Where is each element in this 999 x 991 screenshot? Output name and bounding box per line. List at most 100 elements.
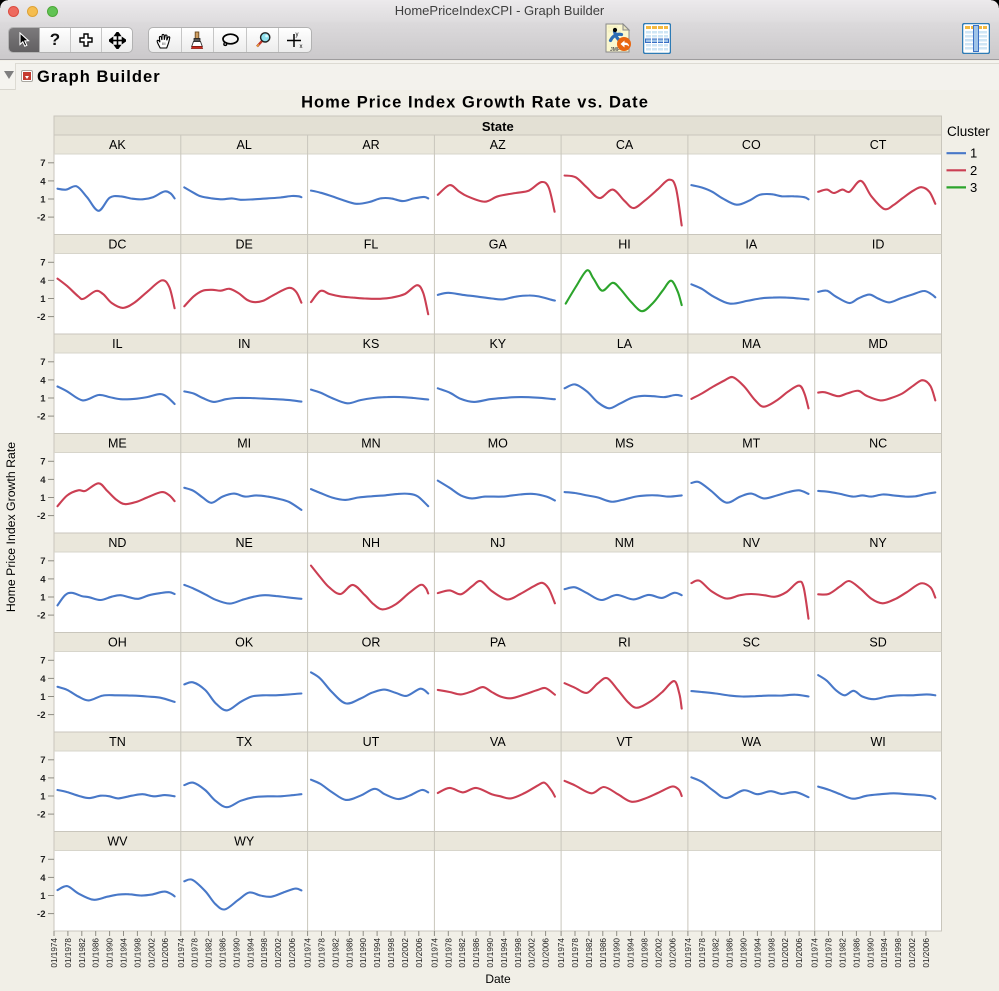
- svg-text:WV: WV: [107, 835, 128, 849]
- svg-text:01/1994: 01/1994: [500, 938, 509, 968]
- svg-text:01/1986: 01/1986: [472, 938, 481, 968]
- svg-text:7: 7: [40, 457, 45, 468]
- svg-text:01/1982: 01/1982: [331, 938, 340, 968]
- svg-text:IN: IN: [238, 337, 251, 351]
- svg-text:01/1998: 01/1998: [387, 938, 396, 968]
- svg-text:-2: -2: [37, 511, 45, 522]
- svg-text:MN: MN: [361, 437, 380, 451]
- svg-text:01/1974: 01/1974: [684, 938, 693, 968]
- svg-text:Home Price Index Growth Rate v: Home Price Index Growth Rate vs. Date: [301, 94, 649, 112]
- svg-text:4: 4: [40, 773, 46, 784]
- svg-text:SC: SC: [743, 636, 760, 650]
- svg-text:7: 7: [40, 656, 45, 667]
- svg-text:TN: TN: [109, 735, 126, 749]
- svg-text:01/1994: 01/1994: [120, 938, 129, 968]
- svg-text:01/1978: 01/1978: [444, 938, 453, 968]
- svg-text:7: 7: [40, 158, 45, 169]
- svg-text:01/1978: 01/1978: [318, 938, 327, 968]
- svg-text:01/1974: 01/1974: [557, 938, 566, 968]
- svg-text:Home Price Index Growth Rate: Home Price Index Growth Rate: [4, 442, 18, 612]
- svg-text:1: 1: [40, 493, 46, 504]
- svg-text:OK: OK: [235, 636, 254, 650]
- svg-text:Cluster: Cluster: [947, 124, 990, 139]
- svg-text:01/1982: 01/1982: [205, 938, 214, 968]
- svg-text:01/1974: 01/1974: [50, 938, 59, 968]
- svg-text:NH: NH: [362, 536, 380, 550]
- svg-text:01/1986: 01/1986: [219, 938, 228, 968]
- svg-text:OH: OH: [108, 636, 127, 650]
- svg-text:AL: AL: [237, 138, 252, 152]
- svg-text:01/1986: 01/1986: [852, 938, 861, 968]
- svg-text:01/2006: 01/2006: [288, 938, 297, 968]
- svg-text:VA: VA: [490, 735, 506, 749]
- svg-text:1: 1: [40, 692, 46, 703]
- svg-text:WA: WA: [741, 735, 761, 749]
- svg-text:ID: ID: [872, 238, 885, 252]
- svg-text:01/1998: 01/1998: [260, 938, 269, 968]
- svg-text:MA: MA: [742, 337, 761, 351]
- svg-text:01/1982: 01/1982: [712, 938, 721, 968]
- svg-text:GA: GA: [489, 238, 508, 252]
- svg-text:4: 4: [40, 873, 46, 884]
- svg-text:01/2002: 01/2002: [781, 938, 790, 968]
- svg-text:01/2006: 01/2006: [795, 938, 804, 968]
- svg-text:01/1982: 01/1982: [585, 938, 594, 968]
- svg-text:DC: DC: [108, 238, 126, 252]
- svg-text:01/1990: 01/1990: [106, 938, 115, 968]
- svg-text:01/2006: 01/2006: [922, 938, 931, 968]
- svg-text:7: 7: [40, 357, 45, 368]
- svg-text:SD: SD: [869, 636, 886, 650]
- svg-text:NY: NY: [869, 536, 887, 550]
- svg-text:01/1998: 01/1998: [133, 938, 142, 968]
- svg-text:1: 1: [40, 393, 46, 404]
- svg-text:01/1994: 01/1994: [753, 938, 762, 968]
- svg-text:01/2006: 01/2006: [161, 938, 170, 968]
- svg-text:-2: -2: [37, 810, 45, 821]
- svg-text:-2: -2: [37, 909, 45, 920]
- svg-text:01/1990: 01/1990: [359, 938, 368, 968]
- svg-text:MO: MO: [488, 437, 508, 451]
- svg-text:01/2002: 01/2002: [654, 938, 663, 968]
- svg-text:ND: ND: [108, 536, 126, 550]
- svg-text:01/1998: 01/1998: [767, 938, 776, 968]
- svg-text:FL: FL: [364, 238, 379, 252]
- svg-text:State: State: [482, 119, 514, 134]
- svg-text:3: 3: [970, 180, 977, 195]
- svg-text:01/1994: 01/1994: [246, 938, 255, 968]
- svg-text:AZ: AZ: [490, 138, 506, 152]
- svg-text:01/1974: 01/1974: [430, 938, 439, 968]
- svg-text:01/2002: 01/2002: [147, 938, 156, 968]
- svg-text:01/1974: 01/1974: [304, 938, 313, 968]
- svg-text:CO: CO: [742, 138, 761, 152]
- svg-text:AR: AR: [362, 138, 379, 152]
- svg-text:01/1978: 01/1978: [698, 938, 707, 968]
- svg-text:CA: CA: [616, 138, 634, 152]
- svg-text:KS: KS: [363, 337, 380, 351]
- svg-text:01/1990: 01/1990: [740, 938, 749, 968]
- svg-text:UT: UT: [363, 735, 380, 749]
- svg-text:4: 4: [40, 674, 46, 685]
- svg-text:01/1974: 01/1974: [177, 938, 186, 968]
- svg-text:IL: IL: [112, 337, 122, 351]
- svg-text:WI: WI: [870, 735, 885, 749]
- svg-text:NJ: NJ: [490, 536, 505, 550]
- svg-text:01/1990: 01/1990: [232, 938, 241, 968]
- svg-text:-2: -2: [37, 213, 45, 224]
- svg-text:1: 1: [40, 194, 46, 205]
- svg-text:01/1974: 01/1974: [811, 938, 820, 968]
- svg-text:NE: NE: [236, 536, 253, 550]
- svg-text:7: 7: [40, 755, 45, 766]
- svg-text:01/2002: 01/2002: [401, 938, 410, 968]
- svg-text:01/1994: 01/1994: [880, 938, 889, 968]
- svg-text:01/1986: 01/1986: [345, 938, 354, 968]
- svg-text:4: 4: [40, 375, 46, 386]
- svg-text:1: 1: [40, 891, 46, 902]
- svg-text:01/1994: 01/1994: [627, 938, 636, 968]
- svg-text:01/2006: 01/2006: [415, 938, 424, 968]
- svg-text:7: 7: [40, 258, 45, 269]
- svg-text:WY: WY: [234, 835, 255, 849]
- svg-text:-2: -2: [37, 611, 45, 622]
- svg-text:01/1986: 01/1986: [92, 938, 101, 968]
- svg-text:01/1994: 01/1994: [373, 938, 382, 968]
- svg-text:AK: AK: [109, 138, 126, 152]
